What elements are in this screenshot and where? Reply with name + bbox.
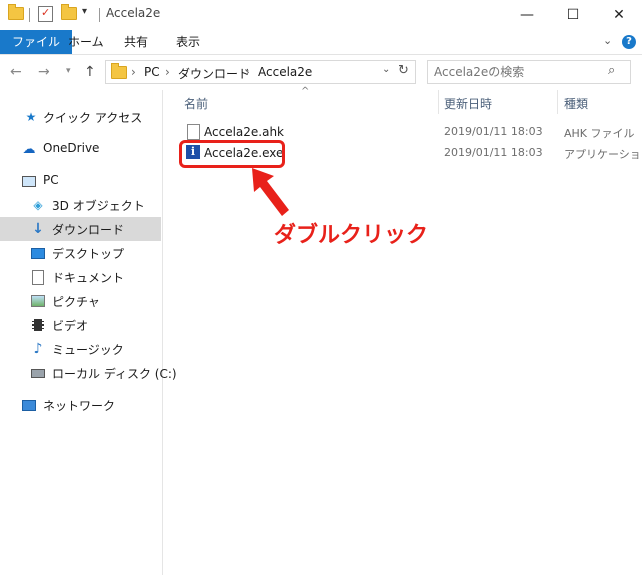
- video-icon: [31, 318, 45, 332]
- download-icon: ↓: [32, 221, 44, 237]
- disk-icon: [31, 366, 45, 380]
- address-dropdown-icon[interactable]: ⌄: [382, 64, 390, 75]
- forward-icon[interactable]: →: [38, 64, 50, 80]
- breadcrumb-separator: ›: [131, 65, 136, 79]
- column-header-type[interactable]: 種類: [564, 95, 588, 112]
- help-icon[interactable]: ?: [622, 35, 636, 49]
- file-date: 2019/01/11 18:03: [444, 125, 543, 138]
- picture-icon: [31, 294, 45, 308]
- divider: [99, 8, 100, 22]
- search-icon[interactable]: ⌕: [608, 63, 615, 78]
- desktop-icon: [31, 246, 45, 260]
- music-icon: ♪: [33, 341, 43, 357]
- back-icon[interactable]: ←: [10, 64, 22, 80]
- sidebar-item-documents[interactable]: ドキュメント: [0, 265, 161, 289]
- breadcrumb-downloads[interactable]: ダウンロード: [178, 65, 250, 82]
- document-icon: [31, 269, 45, 285]
- search-box[interactable]: ⌕: [427, 60, 631, 84]
- double-click-annotation: ダブルクリック: [274, 223, 429, 248]
- sidebar-item-network[interactable]: ネットワーク: [0, 393, 161, 417]
- highlight-box: [179, 140, 285, 168]
- sidebar-item-3d-objects[interactable]: ◈ 3D オブジェクト: [0, 193, 161, 217]
- folder-icon: [8, 4, 24, 20]
- search-input[interactable]: [432, 62, 604, 82]
- file-type: AHK ファイル: [564, 127, 635, 140]
- star-icon: ★: [25, 110, 37, 124]
- sidebar-item-onedrive[interactable]: ☁ OneDrive: [0, 137, 161, 161]
- breadcrumb-separator: ›: [165, 65, 170, 79]
- network-icon: [22, 398, 36, 412]
- address-bar[interactable]: › PC › ダウンロード › Accela2e ⌄ ↻: [105, 60, 416, 84]
- tab-view[interactable]: 表示: [164, 30, 212, 54]
- customize-quick-access-icon[interactable]: ▾: [82, 6, 87, 17]
- sort-arrow-icon: ^: [301, 86, 310, 97]
- refresh-icon[interactable]: ↻: [398, 63, 409, 78]
- file-date: 2019/01/11 18:03: [444, 146, 543, 159]
- cloud-icon: ☁: [22, 141, 36, 157]
- column-divider[interactable]: [438, 90, 439, 114]
- ribbon-tabs: ファイル ホーム 共有 表示 ⌄ ?: [0, 30, 642, 55]
- breadcrumb-separator: ›: [245, 65, 250, 79]
- navigation-pane: ★ クイック アクセス ☁ OneDrive PC ◈ 3D オブジェクト ↓ …: [0, 90, 177, 575]
- divider: [29, 8, 30, 22]
- file-type: アプリケーション: [564, 148, 642, 161]
- title-bar: ✓ ▾ Accela2e — ☐ ✕: [0, 0, 642, 30]
- close-button[interactable]: ✕: [596, 0, 642, 30]
- column-divider[interactable]: [557, 90, 558, 114]
- computer-icon: [22, 174, 36, 188]
- maximize-button[interactable]: ☐: [550, 0, 596, 30]
- cube-icon: ◈: [33, 198, 43, 212]
- sidebar-item-pictures[interactable]: ピクチャ: [0, 289, 161, 313]
- tab-home[interactable]: ホーム: [56, 30, 116, 54]
- recent-locations-icon[interactable]: ▾: [66, 66, 71, 76]
- new-folder-icon[interactable]: [61, 4, 77, 20]
- file-name: Accela2e.ahk: [204, 125, 285, 139]
- sidebar-item-local-disk[interactable]: ローカル ディスク (C:): [0, 361, 177, 385]
- sidebar-item-videos[interactable]: ビデオ: [0, 313, 161, 337]
- sidebar-item-downloads[interactable]: ↓ ダウンロード: [0, 217, 161, 241]
- minimize-button[interactable]: —: [504, 0, 550, 30]
- sidebar-item-music[interactable]: ♪ ミュージック: [0, 337, 161, 361]
- sidebar-item-pc[interactable]: PC: [0, 169, 161, 193]
- breadcrumb-pc[interactable]: PC: [144, 65, 160, 79]
- up-icon[interactable]: ↑: [84, 64, 96, 80]
- column-header-date[interactable]: 更新日時: [444, 95, 492, 112]
- sidebar-item-desktop[interactable]: デスクトップ: [0, 241, 161, 265]
- file-row[interactable]: Accela2e.ahk 2019/01/11 18:03 AHK ファイル: [180, 122, 642, 142]
- sidebar-item-quick-access[interactable]: ★ クイック アクセス: [0, 105, 161, 129]
- column-header-name[interactable]: 名前: [184, 95, 208, 112]
- breadcrumb-accela2e[interactable]: Accela2e: [258, 65, 312, 79]
- window-title: Accela2e: [106, 6, 161, 20]
- folder-icon: [111, 63, 127, 79]
- chevron-down-icon[interactable]: ⌄: [603, 34, 612, 47]
- text-file-icon: [187, 124, 200, 140]
- tab-share[interactable]: 共有: [112, 30, 160, 54]
- properties-icon[interactable]: ✓: [38, 6, 53, 22]
- annotation-arrow: [252, 168, 289, 216]
